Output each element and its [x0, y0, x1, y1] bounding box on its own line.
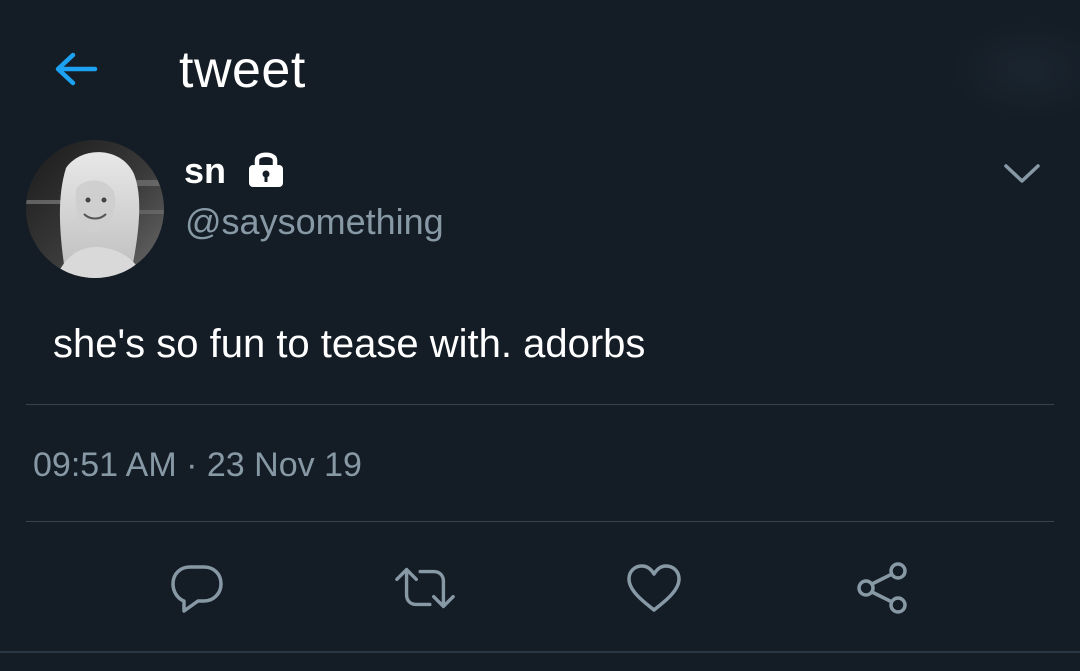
page-title: tweet	[179, 41, 306, 99]
reply-button[interactable]	[165, 556, 229, 620]
back-button[interactable]	[44, 44, 104, 94]
background-smudge	[950, 20, 1080, 120]
divider	[26, 521, 1054, 522]
avatar[interactable]	[26, 140, 164, 278]
retweet-icon	[395, 567, 455, 609]
heart-icon	[627, 564, 681, 612]
display-name[interactable]: sn	[184, 150, 226, 192]
reply-icon	[171, 565, 223, 613]
lock-icon	[249, 152, 283, 187]
arrow-left-icon	[55, 52, 98, 86]
user-handle[interactable]: @saysomething	[185, 200, 444, 244]
timestamp-separator: ·	[186, 446, 198, 484]
share-icon	[857, 562, 907, 614]
chevron-down-icon	[1004, 164, 1040, 183]
tweet-time: 09:51 AM	[33, 446, 177, 484]
top-bar: tweet	[0, 0, 1080, 140]
divider	[0, 651, 1080, 653]
share-button[interactable]	[851, 556, 915, 620]
tweet-timestamp: 09:51 AM · 23 Nov 19	[33, 444, 362, 486]
tweet-date: 23 Nov 19	[206, 446, 362, 484]
tweet-text: she's so fun to tease with. adorbs	[53, 322, 646, 366]
divider	[26, 404, 1054, 405]
tweet-menu-button[interactable]	[996, 152, 1048, 196]
like-button[interactable]	[622, 556, 686, 620]
retweet-button[interactable]	[393, 556, 457, 620]
